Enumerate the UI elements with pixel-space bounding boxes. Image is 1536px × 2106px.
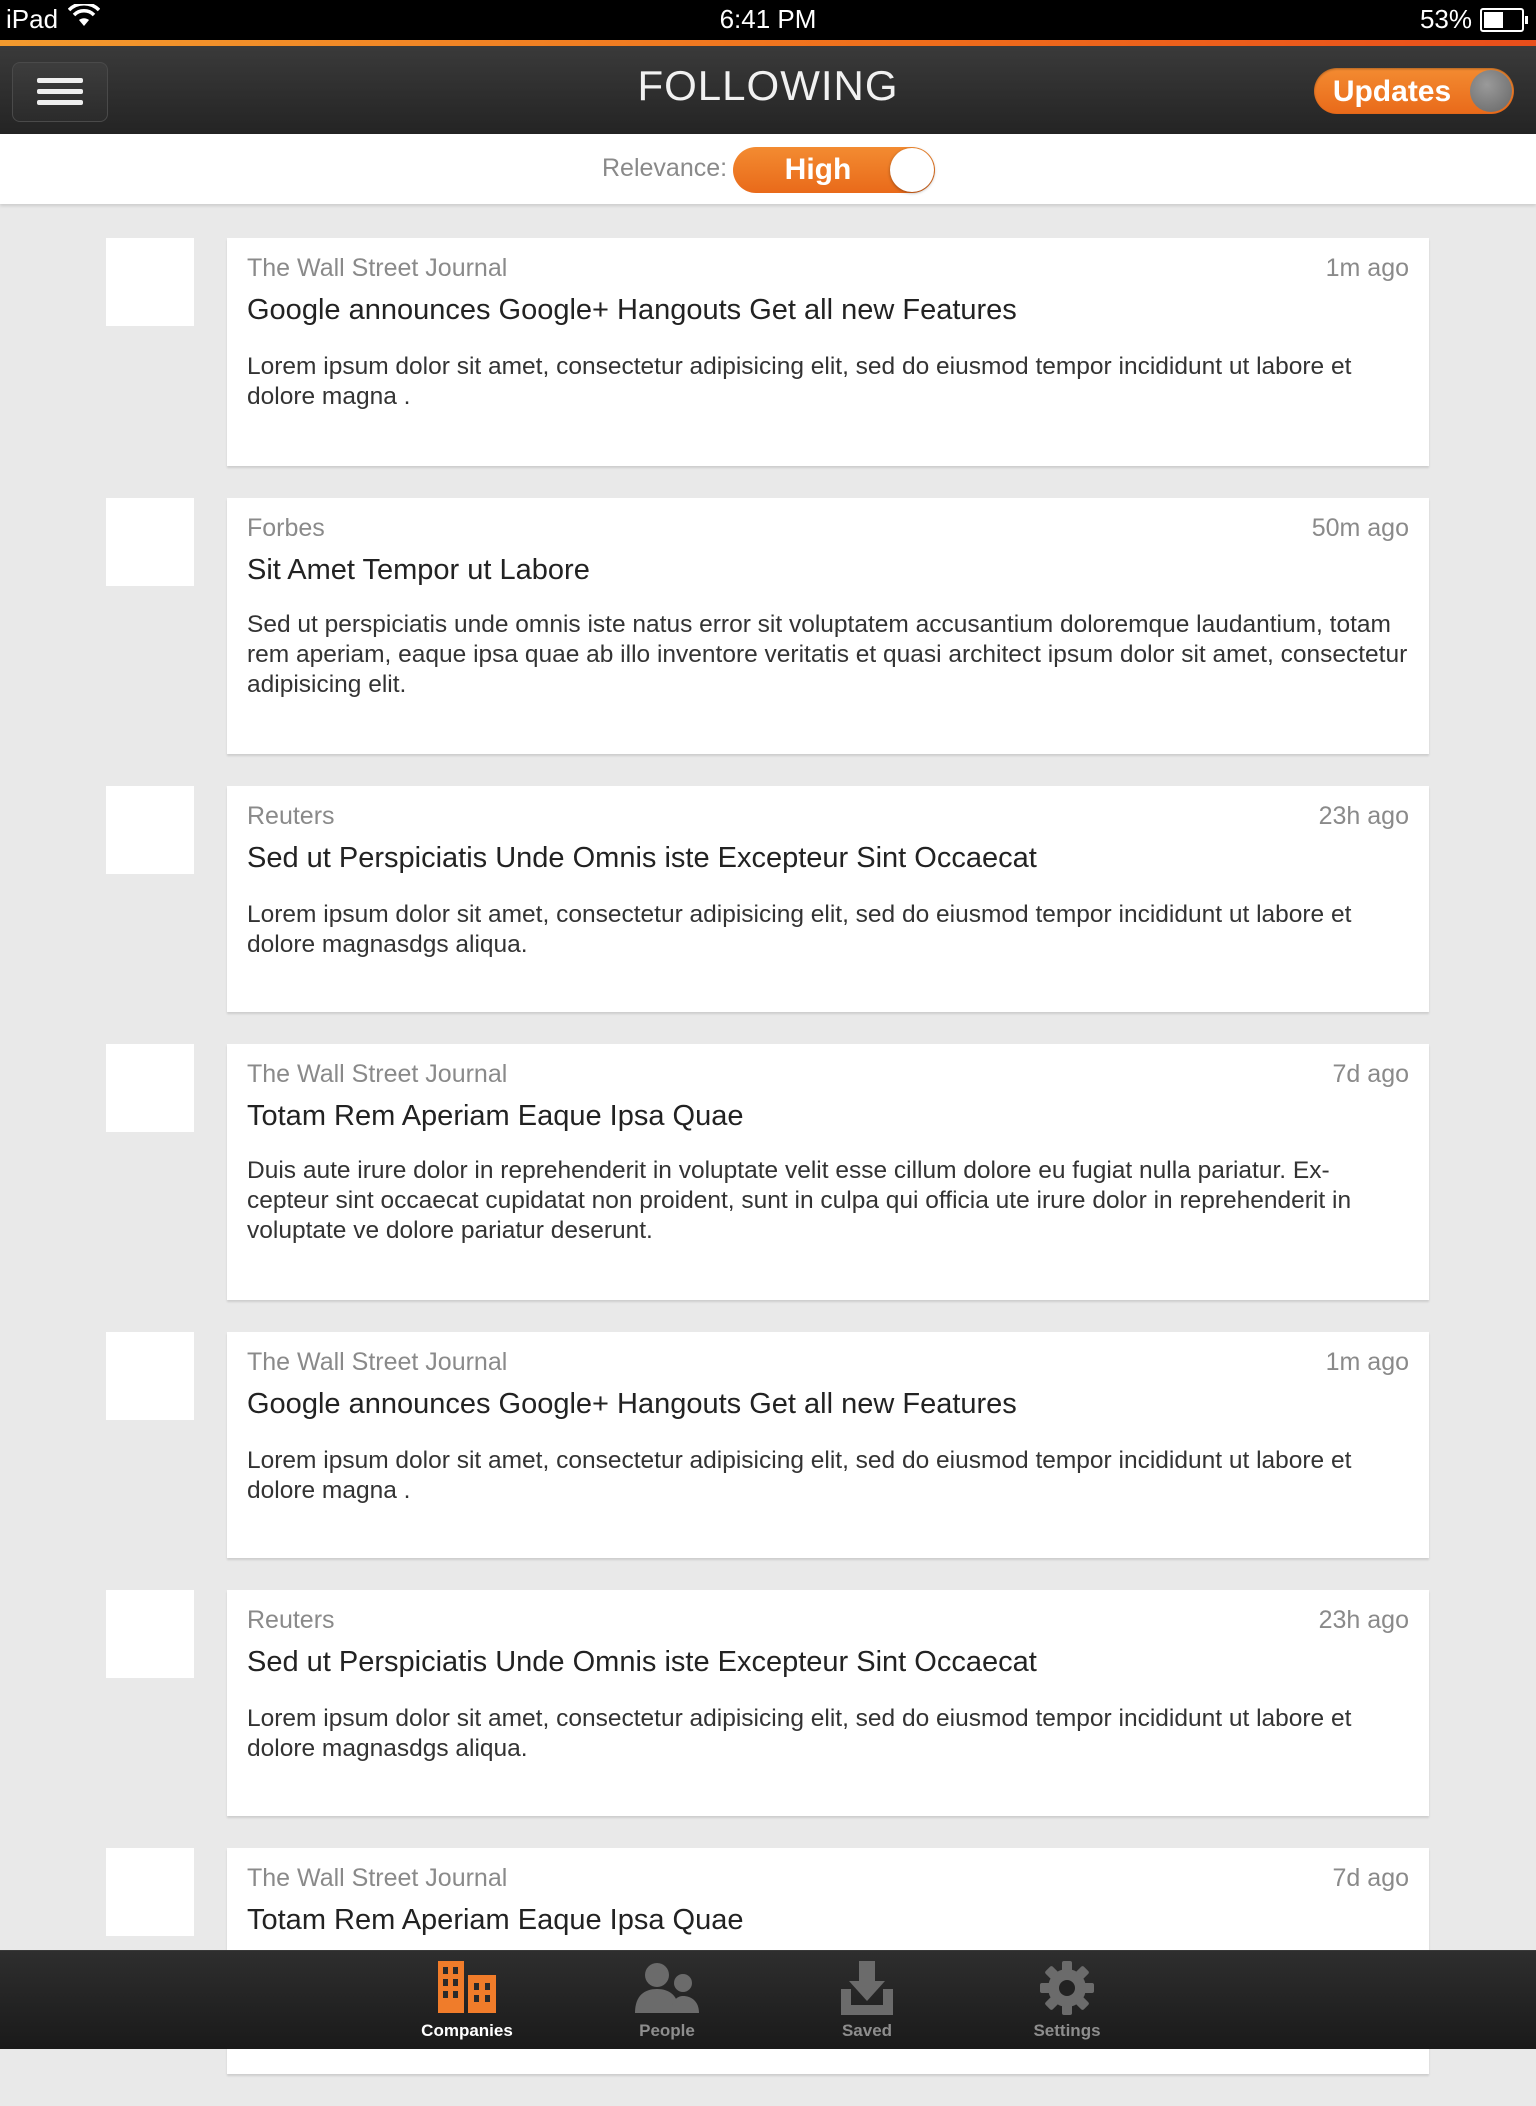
article-summary: Lorem ipsum dolor sit amet, consectetur … (247, 901, 1352, 958)
article-card[interactable]: The Wall Street Journal 7d ago Totam Rem… (227, 1044, 1429, 1300)
article-title[interactable]: Totam Rem Aperiam Eaque Ipsa Quae (247, 1904, 743, 1937)
updates-toggle[interactable]: Updates (1314, 68, 1514, 114)
feed-item[interactable]: Reuters 23h ago Sed ut Perspiciatis Unde… (0, 1590, 1536, 1816)
article-summary: Lorem ipsum dolor sit amet, consectetur … (247, 353, 1352, 410)
article-time: 1m ago (1325, 254, 1409, 282)
status-bar: iPad 6:41 PM 53% (0, 0, 1536, 40)
feed-item[interactable]: Forbes 50m ago Sit Amet Tempor ut Labore… (0, 498, 1536, 754)
status-time: 6:41 PM (719, 4, 817, 34)
battery-icon (1480, 7, 1528, 32)
relevance-label: Relevance: (602, 154, 728, 182)
article-time: 7d ago (1332, 1060, 1409, 1088)
source-thumbnail (106, 786, 194, 874)
article-summary: Lorem ipsum dolor sit amet, consectetur … (247, 1705, 1352, 1762)
article-title[interactable]: Google announces Google+ Hangouts Get al… (247, 1388, 1017, 1421)
source-thumbnail (106, 1332, 194, 1420)
article-card[interactable]: The Wall Street Journal 1m ago Google an… (227, 238, 1429, 466)
article-card[interactable]: Reuters 23h ago Sed ut Perspiciatis Unde… (227, 1590, 1429, 1816)
tab-label: People (639, 2021, 695, 2040)
updates-toggle-label: Updates (1332, 75, 1452, 108)
feed-item[interactable]: The Wall Street Journal 7d ago Totam Rem… (0, 1044, 1536, 1300)
article-time: 7d ago (1332, 1864, 1409, 1892)
tab-companies[interactable]: Companies (392, 1951, 542, 2049)
article-time: 23h ago (1318, 1606, 1409, 1634)
gear-icon (1040, 1961, 1094, 2015)
buildings-icon (438, 1961, 496, 2013)
article-card[interactable]: Forbes 50m ago Sit Amet Tempor ut Labore… (227, 498, 1429, 754)
article-time: 1m ago (1325, 1348, 1409, 1376)
source-thumbnail (106, 1590, 194, 1678)
article-card[interactable]: Reuters 23h ago Sed ut Perspiciatis Unde… (227, 786, 1429, 1012)
page-title: FOLLOWING (637, 62, 899, 109)
source-thumbnail (106, 1848, 194, 1936)
toggle-knob (1470, 70, 1512, 112)
article-source: Forbes (247, 514, 325, 542)
article-time: 23h ago (1318, 802, 1409, 830)
nav-header: FOLLOWING Updates (0, 46, 1536, 134)
battery-percent: 53% (1419, 4, 1472, 34)
article-title[interactable]: Sed ut Perspiciatis Unde Omnis iste Exce… (247, 842, 1037, 875)
source-thumbnail (106, 238, 194, 326)
article-source: The Wall Street Journal (247, 1864, 508, 1892)
tab-settings[interactable]: Settings (992, 1951, 1142, 2049)
feed-item[interactable]: The Wall Street Journal 1m ago Google an… (0, 1332, 1536, 1558)
tab-saved[interactable]: Saved (792, 1951, 942, 2049)
article-title[interactable]: Sed ut Perspiciatis Unde Omnis iste Exce… (247, 1646, 1037, 1679)
article-title[interactable]: Google announces Google+ Hangouts Get al… (247, 294, 1017, 327)
tab-label: Settings (1033, 2021, 1101, 2040)
news-feed: The Wall Street Journal 1m ago Google an… (0, 238, 1536, 2106)
article-summary: Sed ut perspiciatis unde omnis iste natu… (247, 611, 1408, 698)
toggle-knob (890, 148, 934, 192)
article-source: The Wall Street Journal (247, 1060, 508, 1088)
article-time: 50m ago (1311, 514, 1409, 542)
tab-label: Companies (421, 2021, 513, 2040)
people-icon (635, 1963, 699, 2013)
article-title[interactable]: Sit Amet Tempor ut Labore (247, 554, 590, 587)
relevance-value: High (784, 153, 852, 186)
article-card[interactable]: The Wall Street Journal 1m ago Google an… (227, 1332, 1429, 1558)
article-source: Reuters (247, 1606, 335, 1634)
tab-bar: Companies People Saved Settings (0, 1950, 1536, 2049)
article-source: The Wall Street Journal (247, 1348, 508, 1376)
article-source: Reuters (247, 802, 335, 830)
source-thumbnail (106, 1044, 194, 1132)
download-tray-icon (841, 1961, 893, 2015)
feed-item[interactable]: The Wall Street Journal 1m ago Google an… (0, 238, 1536, 466)
article-title[interactable]: Totam Rem Aperiam Eaque Ipsa Quae (247, 1100, 743, 1133)
tab-people[interactable]: People (592, 1951, 742, 2049)
article-source: The Wall Street Journal (247, 254, 508, 282)
source-thumbnail (106, 498, 194, 586)
article-summary: Duis aute irure dolor in reprehenderit i… (247, 1157, 1352, 1244)
tab-label: Saved (841, 2021, 893, 2040)
article-summary: Lorem ipsum dolor sit amet, consectetur … (247, 1447, 1352, 1504)
relevance-bar: Relevance: High (0, 134, 1536, 204)
relevance-toggle[interactable]: High (733, 147, 935, 193)
feed-item[interactable]: Reuters 23h ago Sed ut Perspiciatis Unde… (0, 786, 1536, 1012)
